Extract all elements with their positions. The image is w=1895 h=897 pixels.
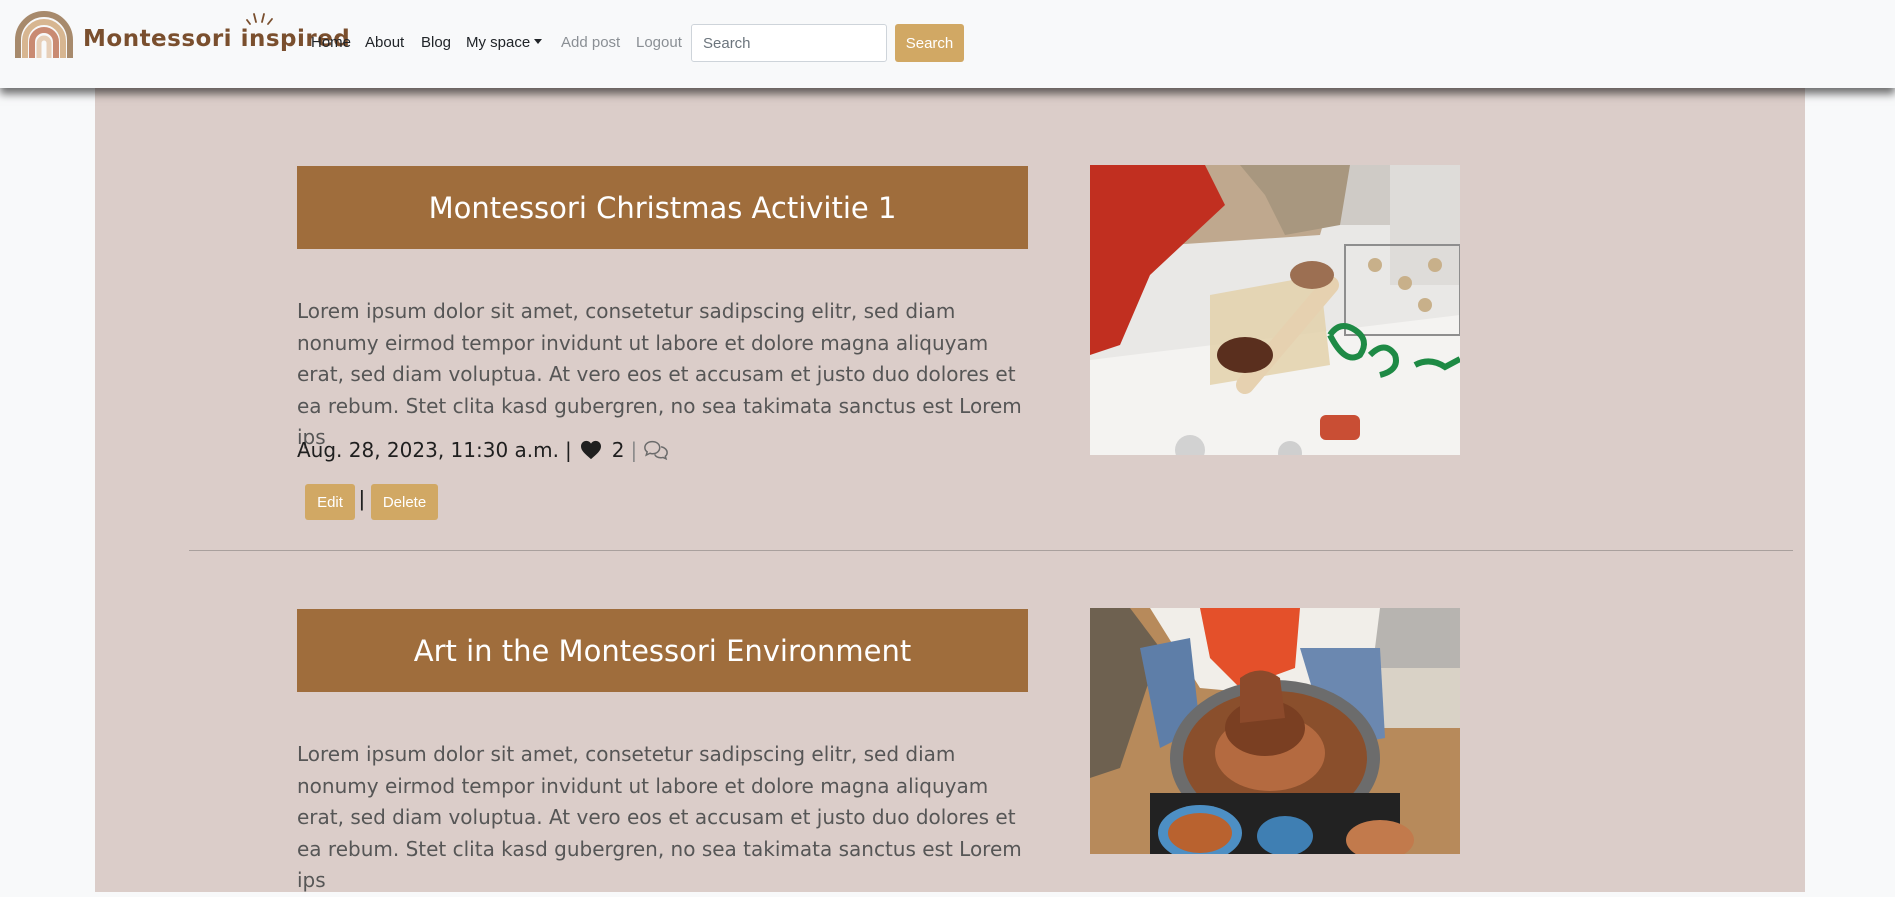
heart-icon[interactable] [580,440,602,460]
search-input[interactable] [691,24,887,62]
rainbow-logo-icon[interactable] [12,10,76,60]
nav-my-space-label: My space [466,34,531,51]
nav-logout-link[interactable]: Logout [636,34,682,51]
post-divider [189,550,1793,551]
delete-post-button[interactable]: Delete [371,484,438,520]
meta-separator: | [565,438,572,462]
post-image[interactable] [1090,165,1460,455]
actions-separator: | [359,486,365,511]
post-title[interactable]: Montessori Christmas Activitie 1 [297,166,1028,249]
nav-about-link[interactable]: About [365,34,404,51]
nav-blog-link[interactable]: Blog [421,34,451,51]
search-button[interactable]: Search [895,24,964,62]
nav-my-space-dropdown[interactable]: My space [466,34,543,51]
post-excerpt: Lorem ipsum dolor sit amet, consetetur s… [297,299,1022,449]
meta-separator: | [630,438,638,462]
posts-container: Montessori Christmas Activitie 1 Lorem i… [95,88,1805,892]
navbar: Montessori inspired Home About Blog My s… [0,0,1895,88]
comment-icon[interactable] [643,439,669,461]
post-meta: Aug. 28, 2023, 11:30 a.m. | 2 | [297,438,669,462]
nav-home-link[interactable]: Home [311,34,351,51]
post-excerpt: Lorem ipsum dolor sit amet, consetetur s… [297,742,1022,892]
post-image[interactable] [1090,608,1460,854]
sun-rays-icon [246,13,273,25]
caret-down-icon [534,39,543,44]
edit-post-button[interactable]: Edit [305,484,355,520]
nav-add-post-link[interactable]: Add post [561,34,620,51]
like-count: 2 [611,438,625,462]
post-date: Aug. 28, 2023, 11:30 a.m. [297,438,559,462]
post-title[interactable]: Art in the Montessori Environment [297,609,1028,692]
